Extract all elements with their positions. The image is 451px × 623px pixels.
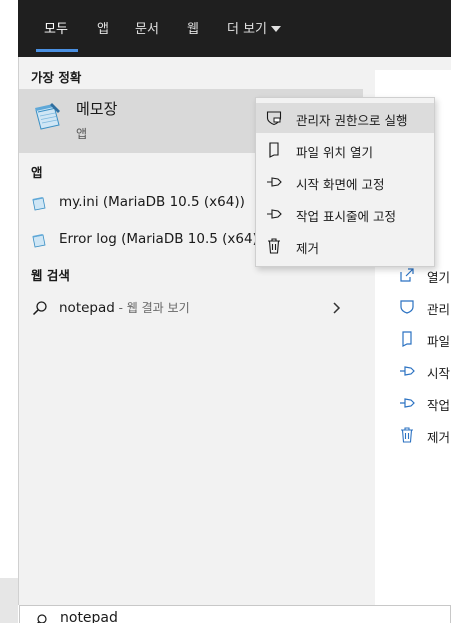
chevron-right-icon[interactable] (331, 301, 343, 315)
shield-icon (266, 111, 282, 126)
trash-icon (268, 238, 280, 254)
action-open[interactable]: 열기 (397, 264, 451, 288)
app-result-label: Error log (MariaDB 10.5 (x64)) (59, 231, 264, 247)
action-run-as-admin[interactable]: 관리 (397, 296, 451, 320)
open-icon (400, 268, 414, 282)
notepad-icon (35, 103, 60, 130)
best-match-subtitle: 앱 (76, 127, 88, 141)
pin-icon (267, 209, 282, 219)
menu-uninstall[interactable]: 제거 (256, 231, 434, 261)
tab-more-label: 더 보기 (227, 22, 268, 37)
pin-icon (267, 177, 282, 187)
search-icon (37, 614, 47, 623)
menu-pin-to-start[interactable]: 시작 화면에 고정 (256, 167, 434, 197)
caret-down-icon (271, 25, 282, 32)
web-search-item[interactable]: notepad - 웹 결과 보기 (19, 292, 363, 324)
action-file-label: 파일 (427, 334, 451, 349)
pin-icon (400, 366, 415, 376)
action-pin-taskbar[interactable]: 작업 (397, 392, 451, 416)
action-pin-taskbar-label: 작업 (427, 398, 451, 413)
action-open-label: 열기 (427, 270, 451, 285)
notepad-small-icon (32, 234, 46, 248)
file-icon (402, 331, 412, 347)
menu-pin-to-taskbar-label: 작업 표시줄에 고정 (296, 209, 396, 224)
file-icon (269, 142, 279, 158)
tab-all[interactable]: 모두 (44, 20, 68, 40)
tab-web[interactable]: 웹 (187, 20, 199, 40)
web-search-query: notepad (59, 300, 115, 316)
filter-tab-bar: 모두 앱 문서 웹 더 보기 (18, 0, 451, 57)
search-box[interactable]: notepad (19, 605, 451, 623)
action-pin-start-label: 시작 (427, 366, 451, 381)
menu-uninstall-label: 제거 (296, 241, 320, 256)
desktop-background (0, 0, 18, 623)
best-match-title: 메모장 (76, 100, 118, 118)
action-file-location[interactable]: 파일 (397, 328, 451, 352)
apps-heading: 앱 (31, 165, 43, 180)
tab-apps[interactable]: 앱 (97, 20, 109, 40)
action-pin-start[interactable]: 시작 (397, 360, 451, 384)
search-icon (32, 301, 47, 316)
menu-pin-to-taskbar[interactable]: 작업 표시줄에 고정 (256, 199, 434, 229)
web-search-heading: 웹 검색 (31, 268, 70, 283)
tab-documents[interactable]: 문서 (135, 20, 159, 40)
trash-icon (401, 427, 413, 443)
active-tab-indicator (36, 49, 78, 52)
web-search-text: notepad - 웹 결과 보기 (59, 299, 190, 316)
shield-icon (400, 300, 414, 314)
notepad-small-icon (32, 197, 46, 211)
menu-run-as-admin-label: 관리자 권한으로 실행 (296, 113, 408, 128)
action-uninstall-label: 제거 (427, 430, 451, 445)
desktop-taskbar-edge (0, 578, 18, 623)
tab-more[interactable]: 더 보기 (227, 20, 282, 40)
menu-run-as-admin[interactable]: 관리자 권한으로 실행 (256, 103, 434, 133)
web-search-suffix: - 웹 결과 보기 (114, 301, 190, 315)
search-input[interactable]: notepad (60, 610, 118, 623)
menu-pin-to-start-label: 시작 화면에 고정 (296, 177, 385, 192)
action-admin-label: 관리 (427, 302, 451, 317)
menu-open-file-location-label: 파일 위치 열기 (296, 145, 373, 160)
start-search-window: 모두 앱 문서 웹 더 보기 가장 정확 메모장 앱 앱 my.ini (Mar… (0, 0, 451, 623)
best-match-heading: 가장 정확 (31, 70, 82, 85)
context-menu: 관리자 권한으로 실행 파일 위치 열기 시작 화면에 고정 작업 표시줄에 고… (255, 97, 435, 267)
app-result-label: my.ini (MariaDB 10.5 (x64)) (59, 194, 245, 210)
pin-icon (400, 398, 415, 408)
menu-open-file-location[interactable]: 파일 위치 열기 (256, 135, 434, 165)
action-uninstall[interactable]: 제거 (397, 424, 451, 448)
